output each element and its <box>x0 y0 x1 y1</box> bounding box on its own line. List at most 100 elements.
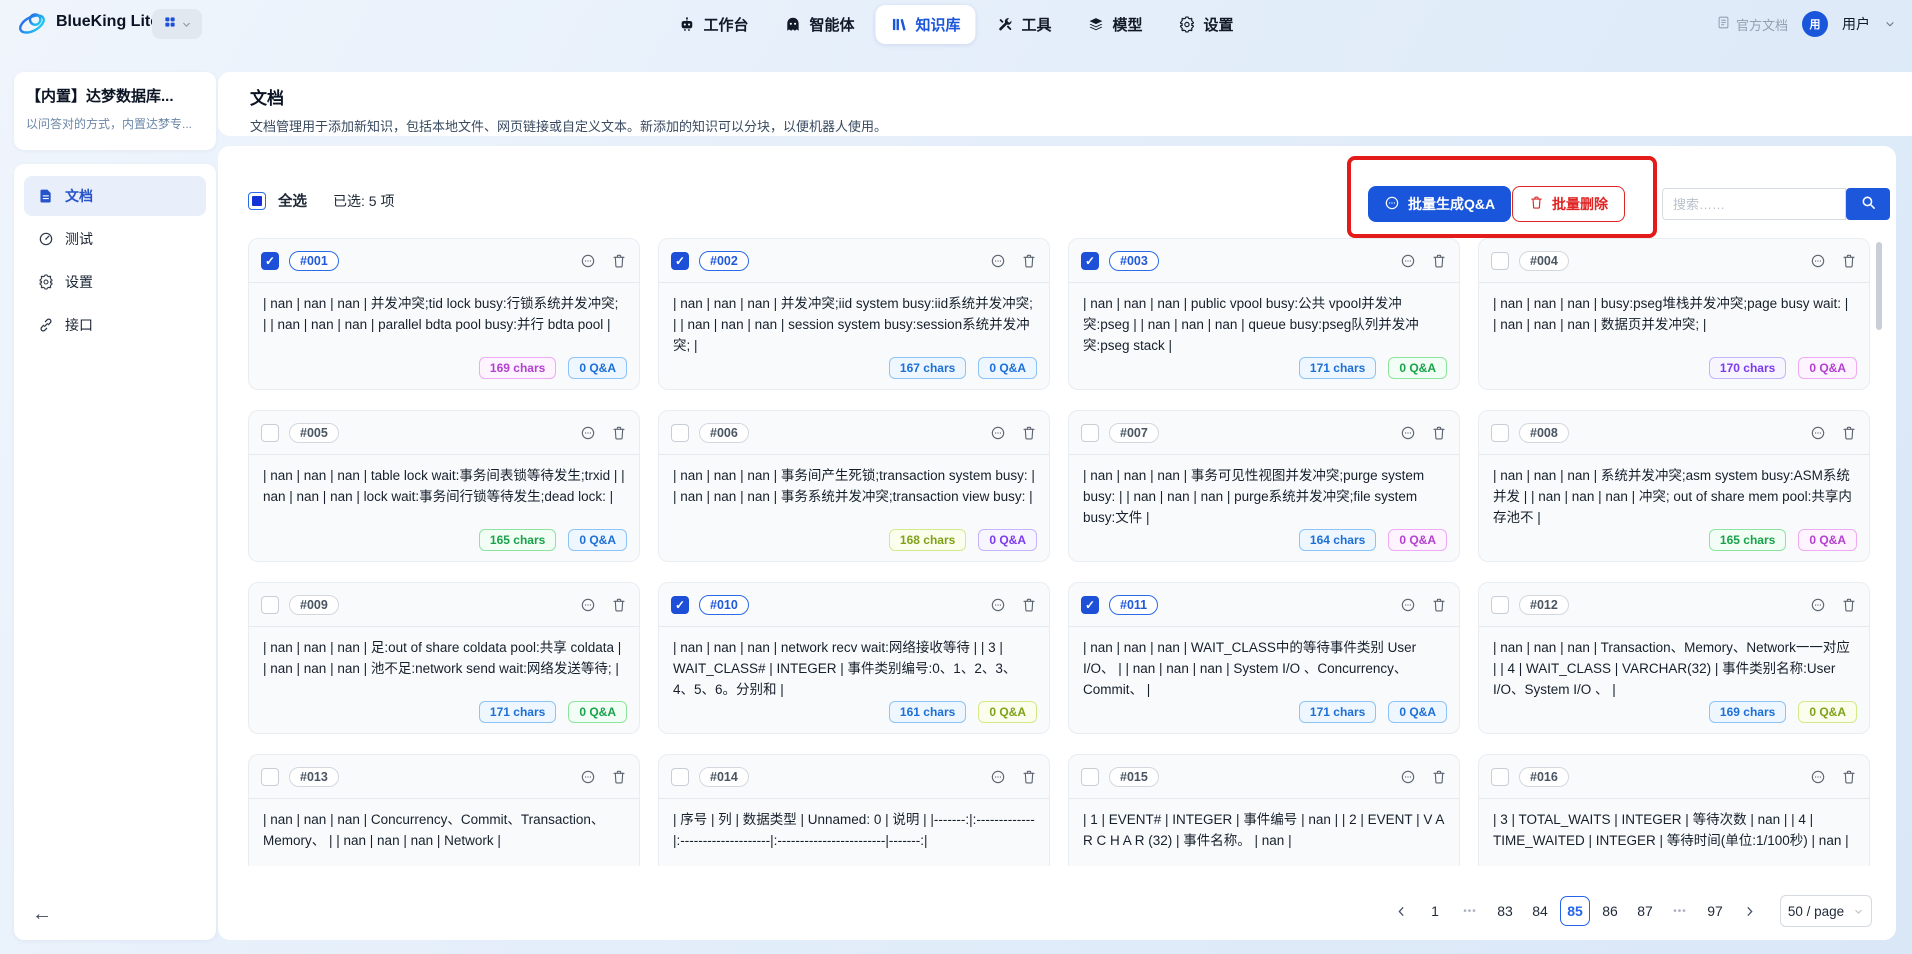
page-number[interactable]: 83 <box>1490 896 1520 926</box>
page-ellipsis[interactable]: ••• <box>1665 896 1695 926</box>
generate-qa-icon[interactable] <box>990 769 1006 785</box>
card-checkbox[interactable]: ✓ <box>1081 252 1099 270</box>
card-badges: 170 chars0 Q&A <box>1709 357 1857 379</box>
user-name[interactable]: 用户 <box>1842 14 1870 34</box>
trash-icon[interactable] <box>1841 253 1857 269</box>
trash-icon[interactable] <box>1431 425 1447 441</box>
official-docs-link[interactable]: 官方文档 <box>1716 15 1788 34</box>
next-page-button[interactable] <box>1735 896 1763 926</box>
page-number[interactable]: 87 <box>1630 896 1660 926</box>
card-header: #009 <box>249 583 639 627</box>
generate-qa-icon[interactable] <box>580 597 596 613</box>
trash-icon[interactable] <box>611 769 627 785</box>
trash-icon[interactable] <box>611 425 627 441</box>
trash-icon[interactable] <box>611 597 627 613</box>
sidebar-item-doc[interactable]: 文档 <box>24 176 206 216</box>
batch-delete-button[interactable]: 批量删除 <box>1512 186 1625 222</box>
page-size-select[interactable]: 50 / page <box>1780 895 1872 927</box>
card-checkbox[interactable] <box>671 768 689 786</box>
card-checkbox[interactable] <box>1491 596 1509 614</box>
card-checkbox[interactable] <box>261 424 279 442</box>
generate-qa-icon[interactable] <box>1400 769 1416 785</box>
back-arrow-button[interactable]: ← <box>32 903 52 926</box>
generate-qa-icon[interactable] <box>1400 253 1416 269</box>
qa-badge: 0 Q&A <box>1388 357 1447 379</box>
card-checkbox[interactable] <box>261 596 279 614</box>
scrollbar-thumb[interactable] <box>1876 242 1882 330</box>
card-header: #013 <box>249 755 639 799</box>
card-checkbox[interactable] <box>1491 768 1509 786</box>
sidebar-item-label: 接口 <box>65 315 93 335</box>
generate-qa-icon[interactable] <box>1810 253 1826 269</box>
generate-qa-icon[interactable] <box>580 425 596 441</box>
nav-item-model[interactable]: 模型 <box>1073 5 1158 44</box>
trash-icon[interactable] <box>1431 769 1447 785</box>
doc-card: #009| nan | nan | nan | 足:out of share c… <box>248 582 640 734</box>
trash-icon[interactable] <box>1841 425 1857 441</box>
page-number[interactable]: 86 <box>1595 896 1625 926</box>
trash-icon[interactable] <box>1021 769 1037 785</box>
card-checkbox[interactable] <box>671 424 689 442</box>
nav-item-tools[interactable]: 工具 <box>982 5 1067 44</box>
generate-qa-icon[interactable] <box>1810 425 1826 441</box>
trash-icon[interactable] <box>1431 597 1447 613</box>
chars-badge: 169 chars <box>1709 701 1786 723</box>
card-checkbox[interactable] <box>1081 768 1099 786</box>
card-checkbox[interactable]: ✓ <box>261 252 279 270</box>
card-checkbox[interactable] <box>1491 424 1509 442</box>
page-ellipsis[interactable]: ••• <box>1455 896 1485 926</box>
generate-qa-icon[interactable] <box>1810 769 1826 785</box>
card-header: #014 <box>659 755 1049 799</box>
nav-item-gear[interactable]: 设置 <box>1164 5 1249 44</box>
generate-qa-icon[interactable] <box>580 769 596 785</box>
trash-icon[interactable] <box>1841 597 1857 613</box>
nav-item-robot[interactable]: 工作台 <box>663 5 763 44</box>
sidebar-item-gear[interactable]: 设置 <box>24 262 206 302</box>
qa-badge: 0 Q&A <box>568 529 627 551</box>
doc-card: #013| nan | nan | nan | Concurrency、Comm… <box>248 754 640 866</box>
generate-qa-icon[interactable] <box>990 597 1006 613</box>
sidebar-item-link[interactable]: 接口 <box>24 305 206 345</box>
card-checkbox[interactable] <box>1081 424 1099 442</box>
card-checkbox[interactable] <box>261 768 279 786</box>
trash-icon[interactable] <box>1841 769 1857 785</box>
card-actions <box>1400 769 1447 785</box>
search-input[interactable] <box>1662 188 1846 220</box>
brand-name: BlueKing Lite <box>56 13 159 31</box>
trash-icon[interactable] <box>1021 253 1037 269</box>
library-icon <box>890 16 907 33</box>
avatar[interactable]: 用 <box>1802 11 1828 37</box>
trash-icon[interactable] <box>1431 253 1447 269</box>
page-number[interactable]: 84 <box>1525 896 1555 926</box>
generate-qa-icon[interactable] <box>580 253 596 269</box>
generate-qa-icon[interactable] <box>1400 597 1416 613</box>
page-number[interactable]: 97 <box>1700 896 1730 926</box>
nav-item-library[interactable]: 知识库 <box>875 5 975 44</box>
generate-qa-icon[interactable] <box>990 425 1006 441</box>
page-number-active[interactable]: 85 <box>1560 896 1590 926</box>
prev-page-button[interactable] <box>1387 896 1415 926</box>
sidebar-item-gauge[interactable]: 测试 <box>24 219 206 259</box>
card-actions <box>1810 253 1857 269</box>
generate-qa-icon[interactable] <box>1810 597 1826 613</box>
card-checkbox[interactable]: ✓ <box>671 596 689 614</box>
card-text: | nan | nan | nan | network recv wait:网络… <box>659 627 1049 701</box>
page-number[interactable]: 1 <box>1420 896 1450 926</box>
card-checkbox[interactable] <box>1491 252 1509 270</box>
chars-badge: 161 chars <box>889 701 966 723</box>
card-checkbox[interactable]: ✓ <box>671 252 689 270</box>
generate-qa-icon[interactable] <box>1400 425 1416 441</box>
trash-icon[interactable] <box>1021 425 1037 441</box>
chevron-down-icon <box>181 19 192 30</box>
select-all-checkbox[interactable] <box>248 192 266 210</box>
generate-qa-icon[interactable] <box>990 253 1006 269</box>
card-checkbox[interactable]: ✓ <box>1081 596 1099 614</box>
nav-item-agent[interactable]: 智能体 <box>769 5 869 44</box>
trash-icon[interactable] <box>1021 597 1037 613</box>
card-text: | nan | nan | nan | busy:pseg堆栈并发冲突;page… <box>1479 283 1869 336</box>
app-switcher-button[interactable] <box>152 9 202 39</box>
batch-generate-qa-button[interactable]: 批量生成Q&A <box>1368 186 1511 222</box>
trash-icon[interactable] <box>611 253 627 269</box>
chevron-down-icon[interactable] <box>1884 18 1896 30</box>
search-button[interactable] <box>1846 188 1890 220</box>
